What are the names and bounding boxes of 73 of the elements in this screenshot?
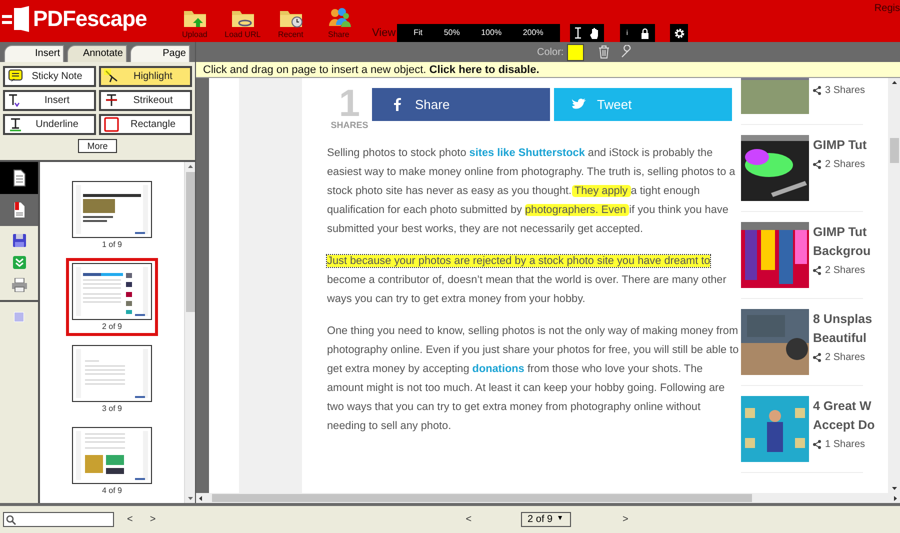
tab[interactable]: Insert <box>4 45 64 62</box>
post-title[interactable]: GIMP Tut <box>813 223 871 242</box>
scroll-thumb[interactable] <box>890 138 898 163</box>
search-icon <box>6 514 16 524</box>
tool-button[interactable]: Highlight <box>99 66 192 87</box>
paragraph: Just because your photos are rejected by a stock photo site you have dreamt to become a contributor of, doesn’t mean that the world is over. There are many other ways you can try to get extra money from your hobby. <box>327 254 728 307</box>
color-swatch[interactable] <box>566 44 584 60</box>
next-button[interactable]: > <box>150 514 156 524</box>
post-title[interactable]: Beautiful <box>813 329 872 348</box>
people-icon <box>326 6 351 28</box>
share-count-label: 3 Shares <box>825 84 866 98</box>
tool-button[interactable]: Rectangle <box>99 114 192 135</box>
page-thumbnail[interactable]: 2 of 9 <box>66 258 158 336</box>
zoom-option[interactable]: 100% <box>481 29 502 37</box>
color-label: Color: <box>537 46 564 60</box>
download-icon[interactable] <box>12 256 26 269</box>
zoom-option[interactable]: 200% <box>522 29 544 37</box>
post-title[interactable]: Accept Do <box>813 416 875 435</box>
share-count-label: 2 Shares <box>825 158 866 172</box>
share-caption: SHARES <box>330 121 368 130</box>
paragraph: Selling photos to stock photo sites like Shutterstock and iStock is probably the easiest way to make money online from photography. The truth is, selling photos to a stock photo site has never as easy as you thought. They apply a tight enough qualification for each photo submitted by photographers. Even if you think you have submitted your best works, they are not necessarily get accepted. <box>327 146 736 237</box>
page-label: 3 of 9 <box>102 405 122 413</box>
tab[interactable]: Annotate <box>67 45 127 62</box>
post-title[interactable]: 8 Unsplas <box>813 310 872 329</box>
document-icon <box>11 169 27 187</box>
hint-message: Click and drag on page to insert a new object. Click here to disable. <box>196 62 900 78</box>
underline-icon <box>8 117 23 132</box>
search-field[interactable] <box>3 512 114 527</box>
lock-icon[interactable] <box>640 28 649 38</box>
next-page-button[interactable]: > <box>622 514 628 524</box>
scroll-thumb[interactable] <box>212 494 752 502</box>
page-label: 2 of 9 <box>102 323 122 331</box>
text-cursor-icon[interactable] <box>574 27 582 39</box>
tool-button[interactable]: Strikeout <box>99 90 192 111</box>
previous-button[interactable]: < <box>127 514 133 524</box>
hand-icon[interactable] <box>590 27 600 39</box>
previous-page-button[interactable]: < <box>466 514 472 524</box>
page-label: 4 of 9 <box>102 487 122 495</box>
note-icon <box>8 69 23 84</box>
share-icon <box>813 353 821 362</box>
tool-button[interactable]: Insert <box>3 90 96 111</box>
highlighter-icon <box>104 69 119 84</box>
post-title[interactable]: Backgrou <box>813 242 871 261</box>
scroll-thumb[interactable] <box>186 172 194 312</box>
zoom-option[interactable]: Fit <box>414 29 423 37</box>
page-label: 1 of 9 <box>102 241 122 249</box>
paragraph: One thing you need to know, selling photos is not the only way of making money from photography online. Even if you just share your photos for free, you will still be able to get extra money by accepting donations from those who love your shots. The amount might is not too much. At least it can keep your hobby going. Following are two ways that you can try to get extra money from photography online without needing to sell any photo. <box>327 324 739 434</box>
zoom-option[interactable]: 50% <box>444 29 460 37</box>
share-button[interactable]: Share <box>372 88 550 121</box>
post-title[interactable]: GIMP Tut <box>813 136 867 155</box>
share-count-label: 2 Shares <box>825 264 866 278</box>
rectangle-icon <box>104 117 119 132</box>
settings-button[interactable] <box>670 24 688 42</box>
tool-button[interactable]: Sticky Note <box>3 66 96 87</box>
trash-icon[interactable] <box>598 45 610 59</box>
tool-button[interactable]: Underline <box>3 114 96 135</box>
strikeout-icon <box>104 93 119 108</box>
post-title[interactable]: 4 Great W <box>813 397 875 416</box>
share-icon <box>813 266 821 275</box>
view-label: View <box>372 28 396 39</box>
logo-icon <box>2 6 30 32</box>
more-button[interactable]: More <box>78 139 117 153</box>
settings-icon <box>674 28 684 38</box>
share-icon <box>813 160 821 169</box>
tab[interactable]: Page <box>130 45 190 62</box>
share-count-label: 2 Shares <box>825 351 866 365</box>
share-icon <box>813 86 821 95</box>
print-icon[interactable] <box>12 278 26 292</box>
panel-tab[interactable] <box>0 162 38 194</box>
share-count-label: 1 Shares <box>825 438 866 452</box>
logo-text: PDFescape <box>33 8 147 30</box>
share-icon <box>813 440 821 449</box>
save-icon[interactable] <box>12 234 26 247</box>
